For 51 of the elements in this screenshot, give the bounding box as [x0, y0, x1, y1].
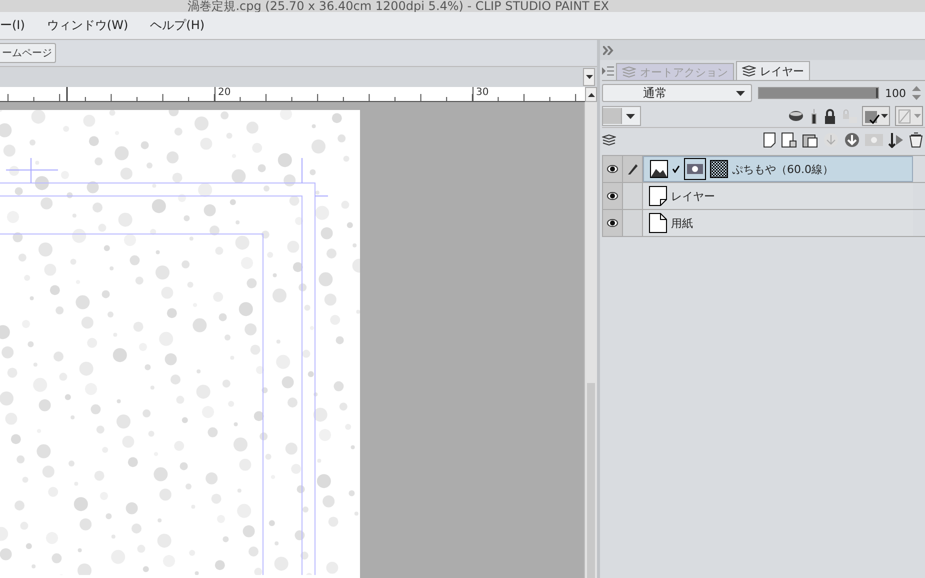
- edit-target-cell[interactable]: [623, 210, 643, 236]
- tab-icon: [742, 65, 756, 77]
- menu-item[interactable]: ー(I): [0, 17, 25, 34]
- visibility-cell[interactable]: [603, 156, 623, 182]
- layer-thumbnail-icon: [649, 186, 667, 206]
- flip-icon[interactable]: [888, 132, 904, 148]
- menu-item[interactable]: ウィンドウ(W): [46, 17, 128, 34]
- visibility-cell[interactable]: [603, 183, 623, 209]
- new-folder-icon[interactable]: [802, 132, 818, 148]
- layer-row[interactable]: ぷちもや（60.0線）: [643, 156, 913, 182]
- ruler-label: 30: [476, 87, 489, 99]
- menu-item[interactable]: ヘルプ(H): [150, 17, 205, 34]
- panel-menu-icon[interactable]: [602, 66, 614, 76]
- panel-tab[interactable]: レイヤー: [736, 61, 810, 80]
- lock-icon[interactable]: [824, 108, 836, 124]
- merge-down-icon[interactable]: [844, 132, 860, 148]
- caret-icon: [626, 114, 635, 118]
- ruler-label: 20: [218, 87, 231, 99]
- reference-icon[interactable]: [809, 108, 819, 124]
- new-layer-icon[interactable]: [763, 132, 776, 148]
- caret-icon: [736, 90, 745, 96]
- layer-thumbnail-icon: [650, 160, 668, 178]
- ruler-toggle-button[interactable]: [895, 106, 923, 126]
- pen-icon[interactable]: [628, 163, 638, 175]
- edit-target-cell[interactable]: [623, 183, 643, 209]
- visibility-cell[interactable]: [603, 210, 623, 236]
- eye-icon[interactable]: [607, 192, 618, 200]
- tab-icon: [622, 66, 636, 78]
- new-vector-layer-icon[interactable]: [781, 132, 797, 148]
- dropdown-icon[interactable]: [583, 68, 595, 86]
- opacity-value: 100: [885, 86, 906, 100]
- mask-thumbnail-icon: [684, 158, 706, 180]
- checker-thumbnail-icon: [710, 160, 728, 178]
- layer-stack-icon[interactable]: [602, 134, 616, 146]
- delete-icon[interactable]: [909, 132, 923, 148]
- scrollbar[interactable]: [584, 102, 597, 578]
- opacity-slider[interactable]: [758, 87, 879, 99]
- eye-icon[interactable]: [607, 165, 618, 173]
- blend-mode-dropdown[interactable]: 通常: [602, 84, 752, 102]
- window-title: 渦巻定規.cpg (25.70 x 36.40cm 1200dpi 5.4%) - CLIP STUDIO PAINT EX: [188, 0, 609, 12]
- clipping-icon[interactable]: [788, 110, 804, 122]
- spinner-icon[interactable]: [912, 86, 921, 100]
- edit-target-cell[interactable]: [623, 156, 643, 182]
- mask-toggle-button[interactable]: [862, 106, 890, 126]
- collapse-icon[interactable]: [603, 46, 614, 54]
- paper-thumbnail-icon: [649, 213, 667, 233]
- homepage-button[interactable]: ームページ: [0, 43, 56, 63]
- check-icon: [672, 165, 680, 173]
- eye-icon[interactable]: [607, 219, 618, 227]
- scroll-up-icon[interactable]: [585, 87, 597, 102]
- color-dropdown[interactable]: [602, 106, 641, 126]
